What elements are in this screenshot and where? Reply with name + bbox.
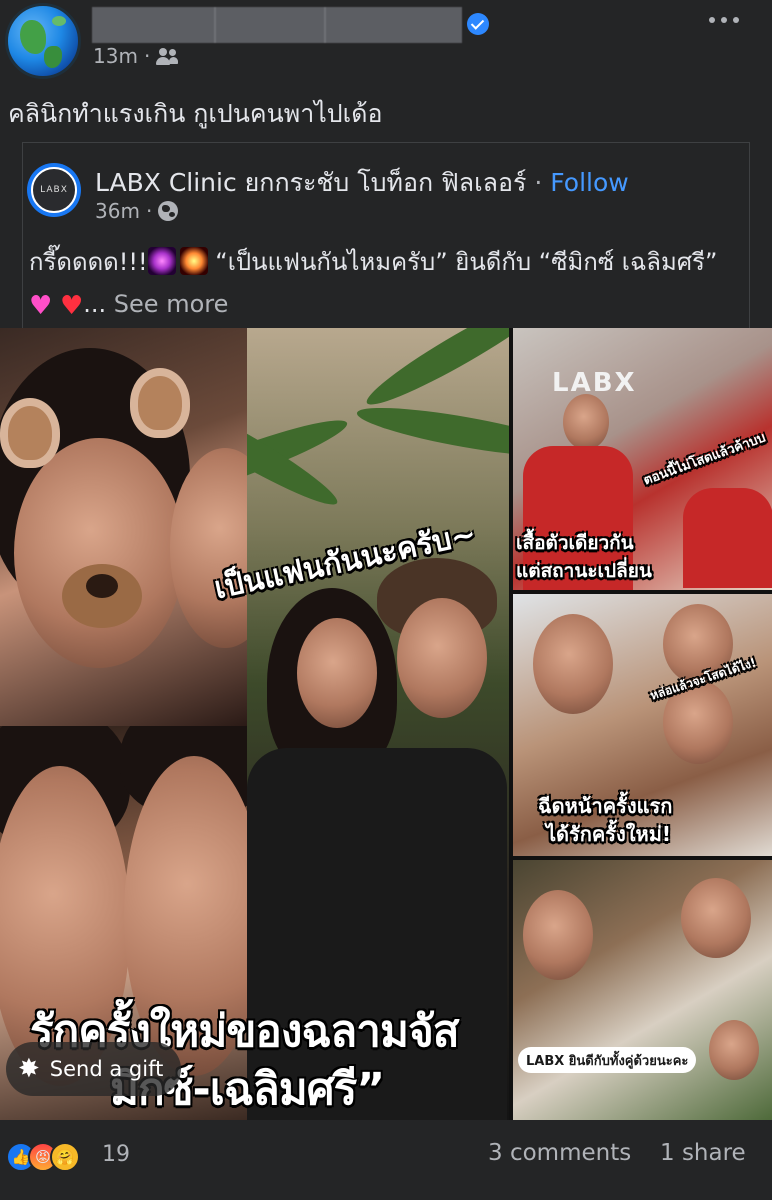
globe-icon <box>158 201 179 221</box>
friends-icon <box>156 47 179 65</box>
shared-page-header: LABX Clinic ยกกระชับ โบท็อก ฟิลเลอร์ · F… <box>95 163 629 203</box>
shared-post-text: กรี๊ดดดด!!! “เป็นแฟนกันไหมครับ” ยินดีกับ… <box>29 241 729 325</box>
overlay-text-r1-line1: เสื้อตัวเดียวกัน <box>516 532 634 554</box>
shared-text-part2: “เป็นแฟนกันไหมครับ” ยินดีกับ “ซีมิกซ์ เฉ… <box>207 248 718 276</box>
author-avatar[interactable] <box>5 3 81 79</box>
photo-couple-vacation[interactable] <box>513 860 772 1120</box>
globe-land <box>44 46 62 68</box>
shares-count-link[interactable]: 1 share <box>660 1140 746 1166</box>
reaction-count[interactable]: 19 <box>102 1142 130 1167</box>
globe-land <box>52 16 66 26</box>
shared-post-time[interactable]: 36m <box>95 199 140 223</box>
facebook-post: 13m · คลินิกทำแรงเกิน กูเปนคนพาไปเด้อ LA… <box>0 0 772 1200</box>
redaction-divider <box>324 7 326 43</box>
face-shape <box>14 438 184 668</box>
ellipsis: ... <box>83 290 107 318</box>
dog-ear-filter <box>130 368 190 438</box>
globe-land <box>20 20 46 54</box>
reaction-icons[interactable]: 👍 😡 🤗 <box>6 1142 80 1172</box>
overlay-text-r2-line2: ได้รักครั้งใหม่! <box>546 822 672 846</box>
face-shape <box>397 598 487 718</box>
red-shirt-shape <box>683 488 772 588</box>
send-gift-label: Send a gift <box>49 1057 164 1081</box>
page-avatar-logo: LABX <box>31 167 77 213</box>
face-shape <box>681 878 751 958</box>
shared-post-meta: 36m · <box>95 199 179 223</box>
face-shape <box>523 890 593 980</box>
labx-congrats-badge: LABX ยินดีกับทั้งคู่ด้วยนะคะ <box>518 1047 697 1073</box>
shared-text-part1: กรี๊ดดดด!!! <box>29 248 148 276</box>
comments-count-link[interactable]: 3 comments <box>488 1140 631 1166</box>
photo-collage[interactable]: LABX เป็นแฟนกันนะครับ~ ตอนนี้ไม่โสดแล้วค… <box>0 328 772 1120</box>
fireworks-emoji-icon <box>147 247 176 275</box>
face-shape <box>297 618 377 728</box>
meta-separator: · <box>145 199 153 223</box>
labx-sign-text: LABX <box>552 368 637 398</box>
verified-badge-icon <box>467 13 489 35</box>
author-name-redacted[interactable] <box>92 7 462 43</box>
face-shape <box>563 394 609 450</box>
redaction-divider <box>214 7 216 43</box>
shared-post-card[interactable]: LABX LABX Clinic ยกกระชับ โบท็อก ฟิลเลอร… <box>22 142 750 328</box>
post-meta: 13m · <box>93 44 179 68</box>
follow-button[interactable]: Follow <box>550 168 628 197</box>
palm-leaf <box>354 398 509 466</box>
more-options-icon[interactable] <box>700 8 748 32</box>
photo-couple-selfie-filter[interactable] <box>0 328 247 726</box>
dog-ear-filter <box>0 398 60 468</box>
title-separator: · <box>534 168 543 197</box>
page-avatar[interactable]: LABX <box>27 163 81 217</box>
see-more-link[interactable]: See more <box>114 290 229 318</box>
meta-separator: · <box>143 44 151 68</box>
post-footer: 👍 😡 🤗 19 3 comments 1 share <box>0 1120 772 1200</box>
page-name[interactable]: LABX Clinic ยกกระชับ โบท็อก ฟิลเลอร์ <box>95 168 526 197</box>
dog-nose-filter <box>62 564 142 628</box>
face-shape <box>709 1020 759 1080</box>
send-gift-button[interactable]: ✸ Send a gift <box>6 1042 182 1096</box>
face-shape <box>533 614 613 714</box>
palm-leaf <box>359 328 509 416</box>
post-caption: คลินิกทำแรงเกิน กูเปนคนพาไปเด้อ <box>8 99 383 128</box>
red-heart-emoji-icon: ♥ <box>59 291 84 321</box>
care-icon: 🤗 <box>50 1142 80 1172</box>
firework-emoji-icon <box>179 247 208 275</box>
post-time[interactable]: 13m <box>93 44 138 68</box>
overlay-text-r1-line2: แต่สถานะเปลี่ยน <box>516 560 652 582</box>
star-icon: ✸ <box>18 1054 40 1084</box>
pink-heart-emoji-icon: ♥ <box>29 291 53 321</box>
